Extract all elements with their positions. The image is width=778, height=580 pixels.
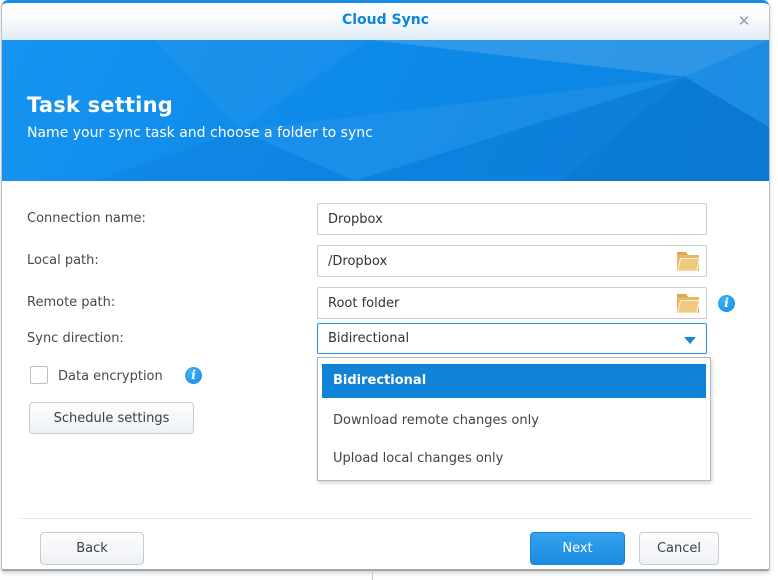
page-title: Task setting <box>27 93 173 117</box>
remote-path-label: Remote path: <box>27 295 115 310</box>
remote-path-input[interactable] <box>317 287 707 319</box>
banner: Task setting Name your sync task and cho… <box>2 40 769 181</box>
menu-item-download-only[interactable]: Download remote changes only <box>318 402 710 440</box>
sync-direction-label: Sync direction: <box>27 331 124 346</box>
local-path-input[interactable] <box>317 245 707 277</box>
chevron-down-icon <box>684 337 696 344</box>
next-button[interactable]: Next <box>530 532 625 565</box>
sync-direction-menu: Bidirectional Download remote changes on… <box>317 357 711 481</box>
data-encryption-label: Data encryption <box>58 369 163 384</box>
menu-item-upload-only[interactable]: Upload local changes only <box>318 440 710 478</box>
sync-direction-select[interactable]: Bidirectional <box>317 323 707 354</box>
menu-item-bidirectional[interactable]: Bidirectional <box>322 364 706 398</box>
window-title: Cloud Sync <box>2 12 769 28</box>
connection-name-label: Connection name: <box>27 211 146 226</box>
local-path-label: Local path: <box>27 253 99 268</box>
back-button[interactable]: Back <box>40 532 144 565</box>
connection-name-input[interactable] <box>317 203 707 235</box>
cloud-sync-dialog: Cloud Sync ✕ Task setting Name your sync… <box>1 0 770 571</box>
cancel-button[interactable]: Cancel <box>639 532 719 565</box>
footer-divider <box>20 518 753 519</box>
info-icon[interactable]: i <box>185 367 202 384</box>
titlebar: Cloud Sync ✕ <box>2 0 769 40</box>
info-icon[interactable]: i <box>718 295 735 312</box>
folder-icon[interactable] <box>676 292 700 314</box>
background-window-edge <box>372 572 373 580</box>
schedule-settings-button[interactable]: Schedule settings <box>29 402 194 434</box>
screen: Cloud Sync ✕ Task setting Name your sync… <box>0 0 778 580</box>
close-icon[interactable]: ✕ <box>735 12 753 30</box>
page-subtitle: Name your sync task and choose a folder … <box>27 125 373 141</box>
sync-direction-value: Bidirectional <box>328 331 409 346</box>
data-encryption-checkbox[interactable] <box>30 366 48 384</box>
folder-icon[interactable] <box>676 250 700 272</box>
